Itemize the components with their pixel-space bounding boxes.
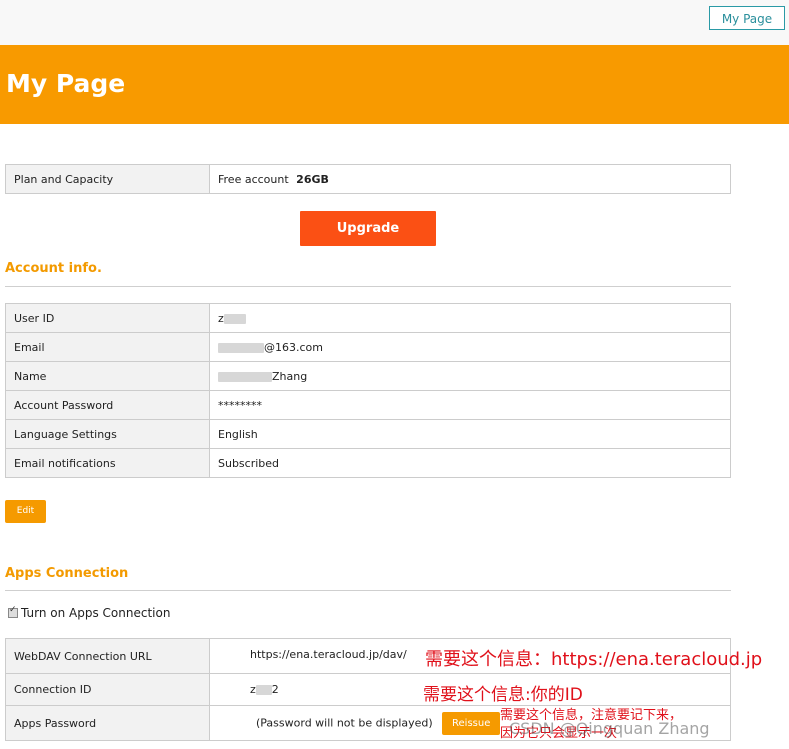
my-page-button[interactable]: My Page [709,6,785,30]
user-id-value: z [209,303,731,333]
table-row: Language Settings English [5,419,731,449]
redaction-blur [223,313,246,324]
table-row: Email notifications Subscribed [5,448,731,478]
account-table: User ID z Email @163.com Name Zhang Acco… [5,303,731,478]
reissue-button[interactable]: Reissue [442,711,501,735]
redaction-blur [218,342,264,353]
redaction-blur [218,371,272,382]
annotation-id-note: 需要这个信息:你的ID [423,685,583,705]
apps-connection-toggle[interactable]: Turn on Apps Connection [8,605,171,620]
email-notifications-value: Subscribed [209,448,731,478]
redaction-blur [255,685,272,695]
watermark: CSDN @Qingquan Zhang [509,719,710,738]
divider [5,590,731,591]
name-text: Zhang [272,369,308,383]
email-label: Email [5,332,210,362]
apps-password-label: Apps Password [5,705,210,741]
connection-id-suffix: 2 [271,683,279,696]
table-row: Name Zhang [5,361,731,391]
user-id-text: z [218,311,224,325]
email-value: @163.com [209,332,731,362]
table-row: Connection ID z 2 [5,673,731,706]
top-bar: My Page [0,0,789,45]
email-notifications-label: Email notifications [5,448,210,478]
webdav-url-label: WebDAV Connection URL [5,638,210,674]
page-header: My Page [0,45,789,124]
connection-id-text: z [250,683,256,696]
table-row: Account Password ******** [5,390,731,420]
language-settings-value: English [209,419,731,449]
divider [5,286,731,287]
checkbox[interactable] [8,605,18,618]
plan-label: Plan and Capacity [5,164,210,194]
plan-table: Plan and Capacity Free account 26GB [5,164,731,194]
account-password-label: Account Password [5,390,210,420]
apps-password-text: (Password will not be displayed) [256,716,433,729]
account-info-title: Account info. [5,261,102,276]
page-title: My Page [6,69,126,98]
apps-connection-title: Apps Connection [5,566,129,581]
upgrade-button[interactable]: Upgrade [300,211,436,246]
table-row: Email @163.com [5,332,731,362]
plan-capacity: 26GB [296,172,329,186]
connection-id-label: Connection ID [5,673,210,706]
table-row: Plan and Capacity Free account 26GB [5,164,731,194]
plan-type: Free account [218,172,289,186]
user-id-label: User ID [5,303,210,333]
annotation-url-note: 需要这个信息：https://ena.teracloud.jp [425,649,763,670]
email-text: @163.com [264,340,323,354]
table-row: User ID z [5,303,731,333]
plan-value: Free account 26GB [209,164,731,194]
name-label: Name [5,361,210,391]
name-value: Zhang [209,361,731,391]
account-password-value: ******** [209,390,731,420]
edit-button[interactable]: Edit [5,500,46,523]
language-settings-label: Language Settings [5,419,210,449]
apps-connection-toggle-label: Turn on Apps Connection [21,606,171,620]
